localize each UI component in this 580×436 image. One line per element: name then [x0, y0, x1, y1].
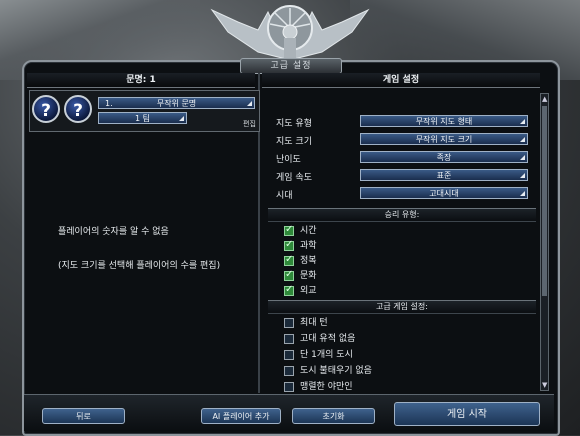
checkbox-empty-icon: [284, 334, 294, 344]
player-count-info: 플레이어의 숫자를 알 수 없음: [58, 227, 169, 237]
difficulty-value: 족장: [436, 153, 452, 162]
raging-barbarians-label: 맹렬한 야만인: [300, 382, 353, 392]
game-settings-header: 게임 설정: [262, 73, 540, 88]
map-size-value: 무작위 지도 크기: [415, 135, 473, 144]
victory-domination-checkbox[interactable]: 정복: [284, 254, 317, 267]
game-speed-value: 표준: [436, 171, 452, 180]
start-game-button[interactable]: 게임 시작: [394, 402, 540, 426]
victory-science-checkbox[interactable]: 과학: [284, 239, 317, 252]
checkbox-checked-icon: [284, 254, 294, 266]
era-dropdown[interactable]: 고대시대: [360, 187, 528, 199]
map-size-dropdown[interactable]: 무작위 지도 크기: [360, 133, 528, 145]
victory-diplomacy-checkbox[interactable]: 외교: [284, 284, 317, 297]
victory-domination-label: 정복: [300, 256, 317, 266]
winged-emblem-icon: [210, 5, 370, 61]
question-mark-icon[interactable]: ?: [32, 95, 60, 123]
game-speed-dropdown[interactable]: 표준: [360, 169, 528, 181]
victory-time-label: 시간: [300, 226, 317, 236]
checkbox-checked-icon: [284, 284, 294, 296]
game-speed-label: 게임 속도: [276, 173, 312, 183]
victory-time-checkbox[interactable]: 시간: [284, 224, 317, 237]
checkbox-empty-icon: [284, 366, 294, 376]
question-mark-icon[interactable]: ?: [64, 95, 92, 123]
civ-dropdown[interactable]: 1. 무작위 문명: [98, 97, 255, 109]
no-ruins-label: 고대 유적 없음: [300, 334, 356, 344]
victory-science-label: 과학: [300, 241, 317, 251]
window-title: 고급 설정: [240, 58, 342, 74]
difficulty-label: 난이도: [276, 155, 301, 165]
civ-number: 1.: [105, 99, 113, 108]
scrollbar-thumb[interactable]: [542, 106, 547, 296]
checkbox-checked-icon: [284, 269, 294, 281]
team-dropdown[interactable]: 1 팀: [98, 112, 187, 124]
player-count-hint: (지도 크기를 선택해 플레이어의 수를 편집): [58, 261, 221, 271]
checkbox-checked-icon: [284, 224, 294, 236]
scroll-down-arrow-icon[interactable]: ▼: [542, 381, 547, 389]
one-city-label: 단 1개의 도시: [300, 350, 353, 360]
scroll-up-arrow-icon[interactable]: ▲: [542, 95, 547, 103]
one-city-checkbox[interactable]: 단 1개의 도시: [284, 349, 353, 361]
checkbox-empty-icon: [284, 318, 294, 328]
civilizations-header: 문명: 1: [27, 73, 255, 88]
era-value: 고대시대: [429, 189, 459, 198]
max-turns-checkbox[interactable]: 최대 턴: [284, 317, 328, 329]
map-type-dropdown[interactable]: 무작위 지도 형태: [360, 115, 528, 127]
victory-culture-checkbox[interactable]: 문화: [284, 269, 317, 282]
no-ruins-checkbox[interactable]: 고대 유적 없음: [284, 333, 355, 345]
no-city-razing-checkbox[interactable]: 도시 불태우기 없음: [284, 365, 372, 377]
advanced-settings-header: 고급 게임 설정:: [268, 300, 536, 314]
checkbox-checked-icon: [284, 239, 294, 251]
era-label: 시대: [276, 191, 293, 201]
checkbox-empty-icon: [284, 382, 294, 392]
raging-barbarians-checkbox[interactable]: 맹렬한 야만인: [284, 381, 353, 393]
team-value: 1 팀: [135, 114, 150, 123]
victory-types-header: 승리 유형:: [268, 208, 536, 222]
civ-value: 무작위 문명: [156, 99, 197, 108]
checkbox-empty-icon: [284, 350, 294, 360]
no-city-razing-label: 도시 불태우기 없음: [300, 366, 372, 376]
max-turns-label: 최대 턴: [300, 318, 328, 328]
victory-culture-label: 문화: [300, 271, 317, 281]
victory-diplomacy-label: 외교: [300, 286, 317, 296]
add-ai-player-button[interactable]: AI 플레이어 추가: [201, 408, 281, 424]
reset-button[interactable]: 초기화: [292, 408, 375, 424]
difficulty-dropdown[interactable]: 족장: [360, 151, 528, 163]
edit-player-link[interactable]: 편집: [243, 119, 256, 129]
map-type-label: 지도 유형: [276, 119, 312, 129]
settings-scrollbar[interactable]: ▲ ▼: [540, 93, 549, 391]
map-size-label: 지도 크기: [276, 137, 312, 147]
back-button[interactable]: 뒤로: [42, 408, 125, 424]
map-type-value: 무작위 지도 형태: [415, 117, 473, 126]
